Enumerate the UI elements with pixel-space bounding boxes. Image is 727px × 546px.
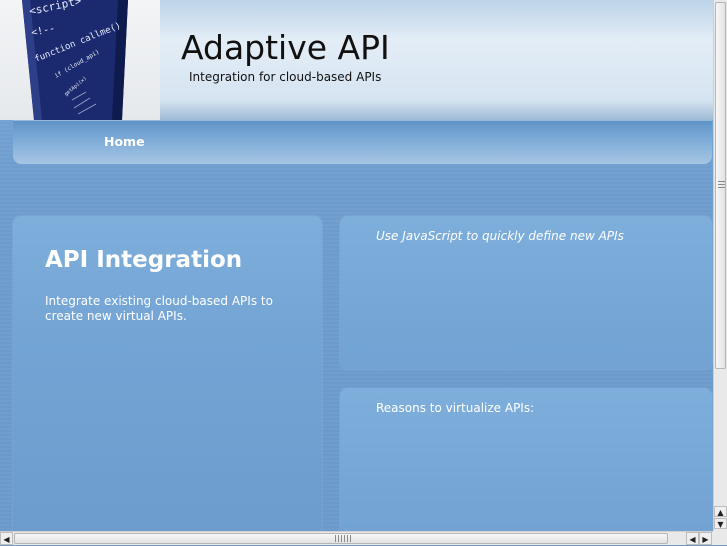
api-integration-card: API Integration Integrate existing cloud… xyxy=(13,216,322,531)
main-navigation: Home xyxy=(13,120,712,164)
scrollbar-corner xyxy=(713,531,727,545)
site-logo[interactable]: <script> <!-- function callme() if (clou… xyxy=(0,0,160,120)
scroll-up-icon[interactable]: ▲ xyxy=(714,506,727,517)
nav-item-home[interactable]: Home xyxy=(104,134,145,149)
scroll-left-icon[interactable]: ◀ xyxy=(0,532,13,545)
scroll-left-icon[interactable]: ◀ xyxy=(686,532,699,545)
card-heading: API Integration xyxy=(45,247,243,273)
site-header: <script> <!-- function callme() if (clou… xyxy=(0,0,713,120)
horizontal-scrollbar[interactable]: ◀ ◀ ▶ xyxy=(0,531,713,545)
code-script-banner-icon: <script> <!-- function callme() if (clou… xyxy=(22,0,128,120)
card-intro-text: Reasons to virtualize APIs: xyxy=(376,401,535,415)
horizontal-scroll-thumb[interactable] xyxy=(14,533,668,544)
page-viewport: <script> <!-- function callme() if (clou… xyxy=(0,0,713,531)
vertical-scrollbar[interactable]: ▲ ▼ xyxy=(713,0,727,531)
javascript-card: Use JavaScript to quickly define new API… xyxy=(340,216,712,370)
grip-icon xyxy=(718,181,725,190)
site-tagline: Integration for cloud-based APIs xyxy=(189,70,382,84)
card-body-text: Integrate existing cloud-based APIs to c… xyxy=(45,294,273,323)
vertical-scroll-thumb[interactable] xyxy=(715,2,726,369)
grip-icon xyxy=(335,535,351,542)
card-intro-text: Use JavaScript to quickly define new API… xyxy=(376,229,624,243)
scroll-right-icon[interactable]: ▶ xyxy=(699,532,712,545)
reasons-card: Reasons to virtualize APIs: xyxy=(340,388,712,531)
scroll-down-icon[interactable]: ▼ xyxy=(714,518,727,529)
site-title: Adaptive API xyxy=(181,28,390,67)
